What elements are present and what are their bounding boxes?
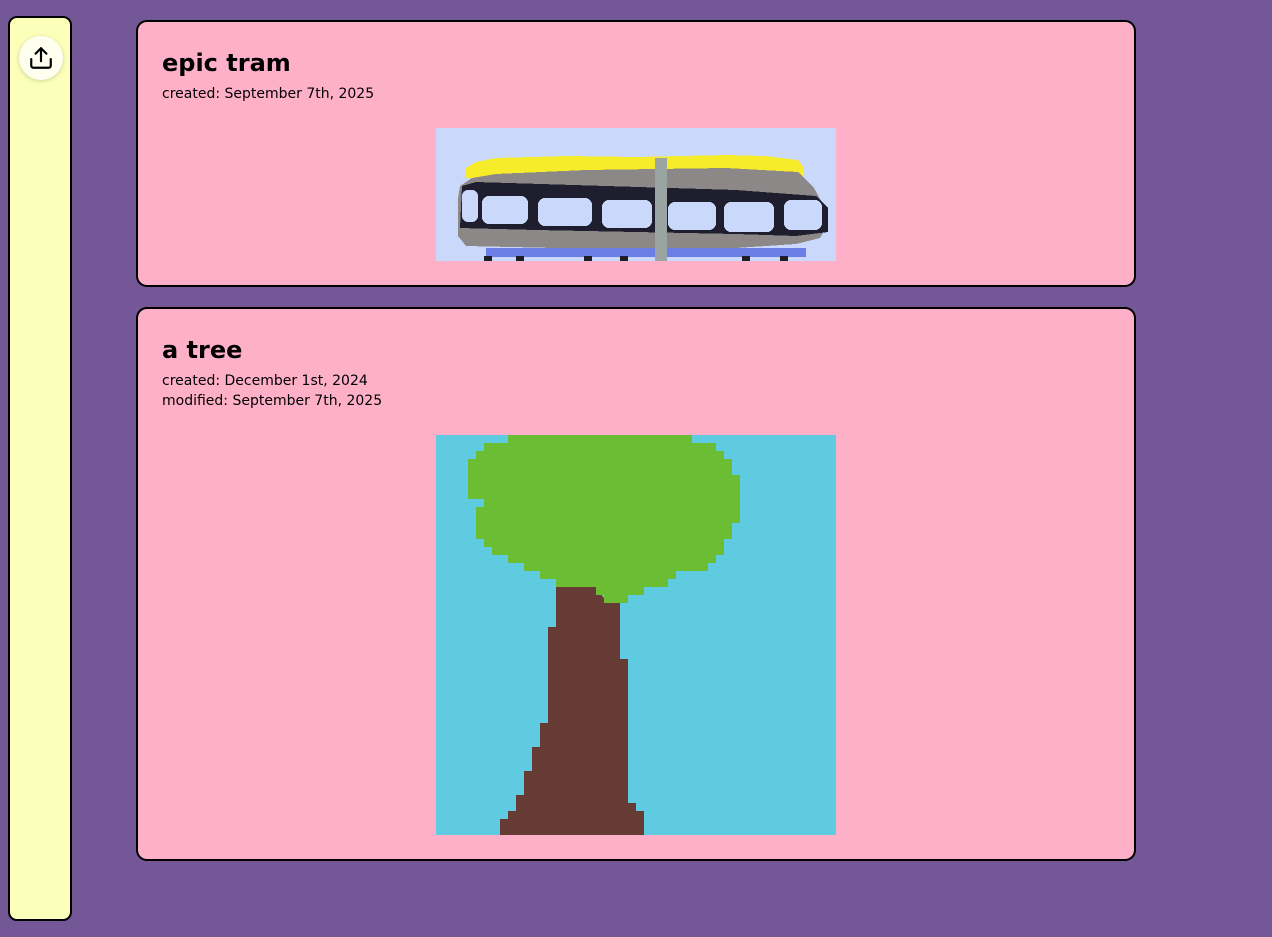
sidebar — [8, 16, 72, 921]
upload-icon — [30, 47, 52, 69]
drawing-card[interactable]: a tree created: December 1st, 2024 modif… — [136, 307, 1136, 861]
modified-date: modified: September 7th, 2025 — [162, 393, 383, 409]
upload-button[interactable] — [19, 36, 63, 80]
created-date: created: September 7th, 2025 — [162, 86, 375, 102]
drawing-meta: created: December 1st, 2024 modified: Se… — [162, 371, 382, 411]
drawing-card[interactable]: epic tram created: September 7th, 2025 — [136, 20, 1136, 287]
drawing-title: a tree — [162, 336, 243, 364]
created-date: created: December 1st, 2024 — [162, 373, 368, 389]
drawing-title: epic tram — [162, 49, 291, 77]
tree-drawing-thumbnail[interactable] — [436, 435, 836, 835]
drawing-meta: created: September 7th, 2025 — [162, 84, 374, 104]
tram-drawing-thumbnail[interactable] — [436, 128, 836, 261]
